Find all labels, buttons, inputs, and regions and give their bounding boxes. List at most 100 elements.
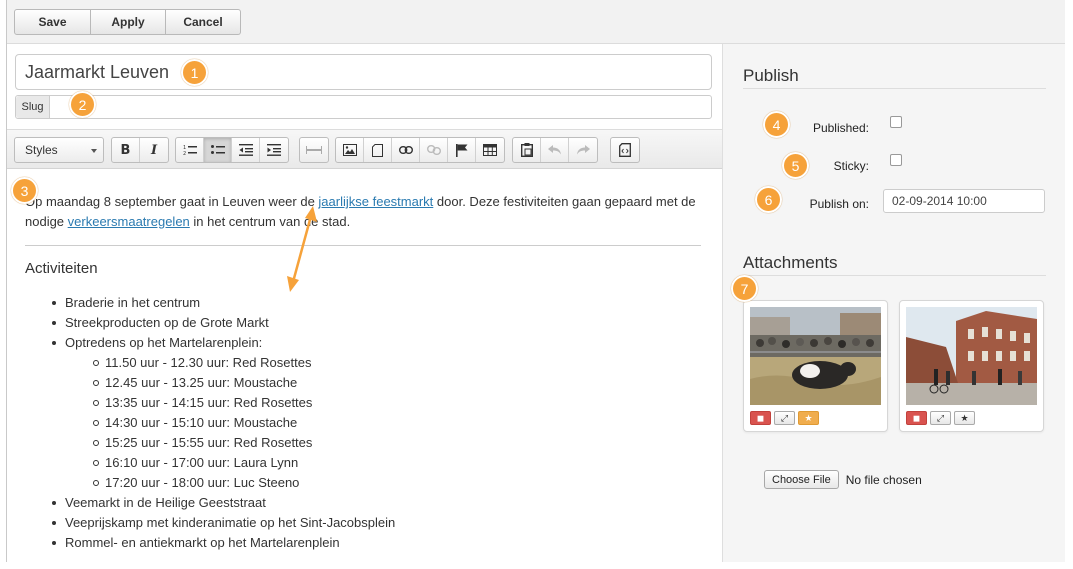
list-item: Optredens op het Martelarenplein:: [52, 333, 705, 353]
star-icon: ★: [960, 412, 969, 423]
code-file-icon: [619, 143, 631, 157]
indent-icon: [267, 144, 281, 156]
resize-attachment-button[interactable]: ⤢: [930, 411, 951, 425]
text-format-group: B I: [111, 137, 169, 163]
history-group: [512, 137, 598, 163]
cms-window: Save Apply Cancel Jaarmarkt Leuven Slug …: [6, 0, 1065, 562]
callout-badge: 4: [763, 111, 790, 138]
publish-on-input[interactable]: 02-09-2014 10:00: [883, 189, 1045, 213]
attachment-actions: ◼ ⤢ ★: [750, 411, 819, 425]
callout-badge: 5: [782, 152, 809, 179]
resize-attachment-button[interactable]: ⤢: [774, 411, 795, 425]
bullet-list-button[interactable]: [204, 138, 232, 162]
redo-icon: [577, 145, 590, 155]
sub-list-item: 17:20 uur - 18:00 uur: Luc Steeno: [65, 473, 705, 493]
action-button-group: Save Apply Cancel: [14, 9, 241, 35]
no-file-label: No file chosen: [845, 472, 922, 487]
resize-icon: ⤢: [936, 412, 945, 423]
list-item: Braderie in het centrum: [52, 293, 705, 313]
trash-icon: ◼: [756, 412, 765, 423]
list-item: Veemarkt in de Heilige Geeststraat: [52, 493, 705, 513]
attachment-card: ◼ ⤢ ★: [899, 300, 1044, 432]
file-upload: Choose File No file chosen: [764, 470, 922, 489]
callout-badge: 6: [755, 186, 782, 213]
horizontal-rule-button[interactable]: [300, 138, 328, 162]
ordered-list-icon: 12: [183, 145, 197, 156]
attachment-actions: ◼ ⤢ ★: [906, 411, 975, 425]
choose-file-button[interactable]: Choose File: [764, 470, 839, 489]
activity-list[interactable]: Braderie in het centrum Streekproducten o…: [52, 293, 705, 553]
undo-button[interactable]: [541, 138, 569, 162]
bold-button[interactable]: B: [112, 138, 140, 162]
source-group: [610, 137, 640, 163]
sub-list-item: 15:25 uur - 15:55 uur: Red Rosettes: [65, 433, 705, 453]
link-feestmarkt[interactable]: jaarlijkse feestmarkt: [318, 194, 433, 209]
link-icon: [398, 146, 413, 154]
editor-body-intro[interactable]: Op maandag 8 september gaat in Leuven we…: [25, 192, 705, 232]
intro-text-1: Op maandag 8 september gaat in Leuven we…: [25, 194, 319, 209]
cancel-button[interactable]: Cancel: [166, 9, 241, 35]
flag-icon: [455, 143, 467, 157]
insert-link-button[interactable]: [392, 138, 420, 162]
insert-file-button[interactable]: [364, 138, 392, 162]
clipboard-icon: [520, 143, 533, 157]
unlink-button[interactable]: [420, 138, 448, 162]
attachment-card: ◼ ⤢ ★: [743, 300, 888, 432]
redo-button[interactable]: [569, 138, 597, 162]
sticky-label: Sticky:: [833, 159, 869, 173]
horizontal-rule-icon: [306, 146, 322, 154]
save-button[interactable]: Save: [14, 9, 91, 35]
resize-arrow-icon: [287, 206, 317, 292]
indent-button[interactable]: [260, 138, 288, 162]
callout-badge: 2: [69, 91, 96, 118]
attachments-divider: [743, 275, 1046, 276]
unlink-icon: [426, 145, 441, 155]
apply-button[interactable]: Apply: [91, 9, 166, 35]
slug-input[interactable]: [50, 96, 711, 118]
chevron-down-icon: [91, 149, 97, 153]
link-verkeersmaatregelen[interactable]: verkeersmaatregelen: [68, 214, 190, 229]
featured-attachment-button[interactable]: ★: [954, 411, 975, 425]
trash-icon: ◼: [912, 412, 921, 423]
attachment-thumbnail-street[interactable]: [906, 307, 1037, 405]
attachments-heading: Attachments: [743, 253, 838, 272]
paste-button[interactable]: [513, 138, 541, 162]
editor-toolbar: Styles B I 12: [7, 129, 722, 169]
top-toolbar: Save Apply Cancel: [7, 0, 1065, 44]
sub-list-item: 14:30 uur - 15:10 uur: Moustache: [65, 413, 705, 433]
horizontal-rule: [25, 245, 701, 246]
anchor-button[interactable]: [448, 138, 476, 162]
outdent-icon: [238, 144, 253, 156]
image-icon: [342, 144, 357, 156]
resize-icon: ⤢: [780, 412, 789, 423]
list-item: Streekproducten op de Grote Markt: [52, 313, 705, 333]
styles-dropdown[interactable]: Styles: [14, 137, 104, 163]
italic-button[interactable]: I: [140, 138, 168, 162]
insert-image-button[interactable]: [336, 138, 364, 162]
delete-attachment-button[interactable]: ◼: [906, 411, 927, 425]
delete-attachment-button[interactable]: ◼: [750, 411, 771, 425]
published-checkbox[interactable]: [890, 116, 902, 128]
featured-attachment-button[interactable]: ★: [798, 411, 819, 425]
publish-divider: [743, 88, 1046, 89]
sub-list-item: 16:10 uur - 17:00 uur: Laura Lynn: [65, 453, 705, 473]
file-icon: [372, 143, 383, 157]
title-input[interactable]: Jaarmarkt Leuven: [15, 54, 712, 90]
svg-text:2: 2: [183, 151, 186, 156]
outdent-button[interactable]: [232, 138, 260, 162]
sticky-checkbox[interactable]: [890, 154, 902, 166]
ordered-list-button[interactable]: 12: [176, 138, 204, 162]
callout-badge: 1: [181, 59, 208, 86]
styles-label: Styles: [25, 143, 58, 157]
callout-badge: 3: [11, 177, 38, 204]
insert-table-button[interactable]: [476, 138, 504, 162]
sub-list-item: 11.50 uur - 12.30 uur: Red Rosettes: [65, 353, 705, 373]
list-item: Veeprijskamp met kinderanimatie op het S…: [52, 513, 705, 533]
editor-panel: Jaarmarkt Leuven Slug Styles B I 12 Op m…: [7, 44, 722, 562]
attachment-thumbnail-cattle[interactable]: [750, 307, 881, 405]
slug-label: Slug: [16, 96, 50, 118]
italic-icon: I: [150, 142, 158, 158]
source-code-button[interactable]: [611, 138, 639, 162]
sub-list-item: 13:35 uur - 14:15 uur: Red Rosettes: [65, 393, 705, 413]
undo-icon: [547, 145, 561, 155]
